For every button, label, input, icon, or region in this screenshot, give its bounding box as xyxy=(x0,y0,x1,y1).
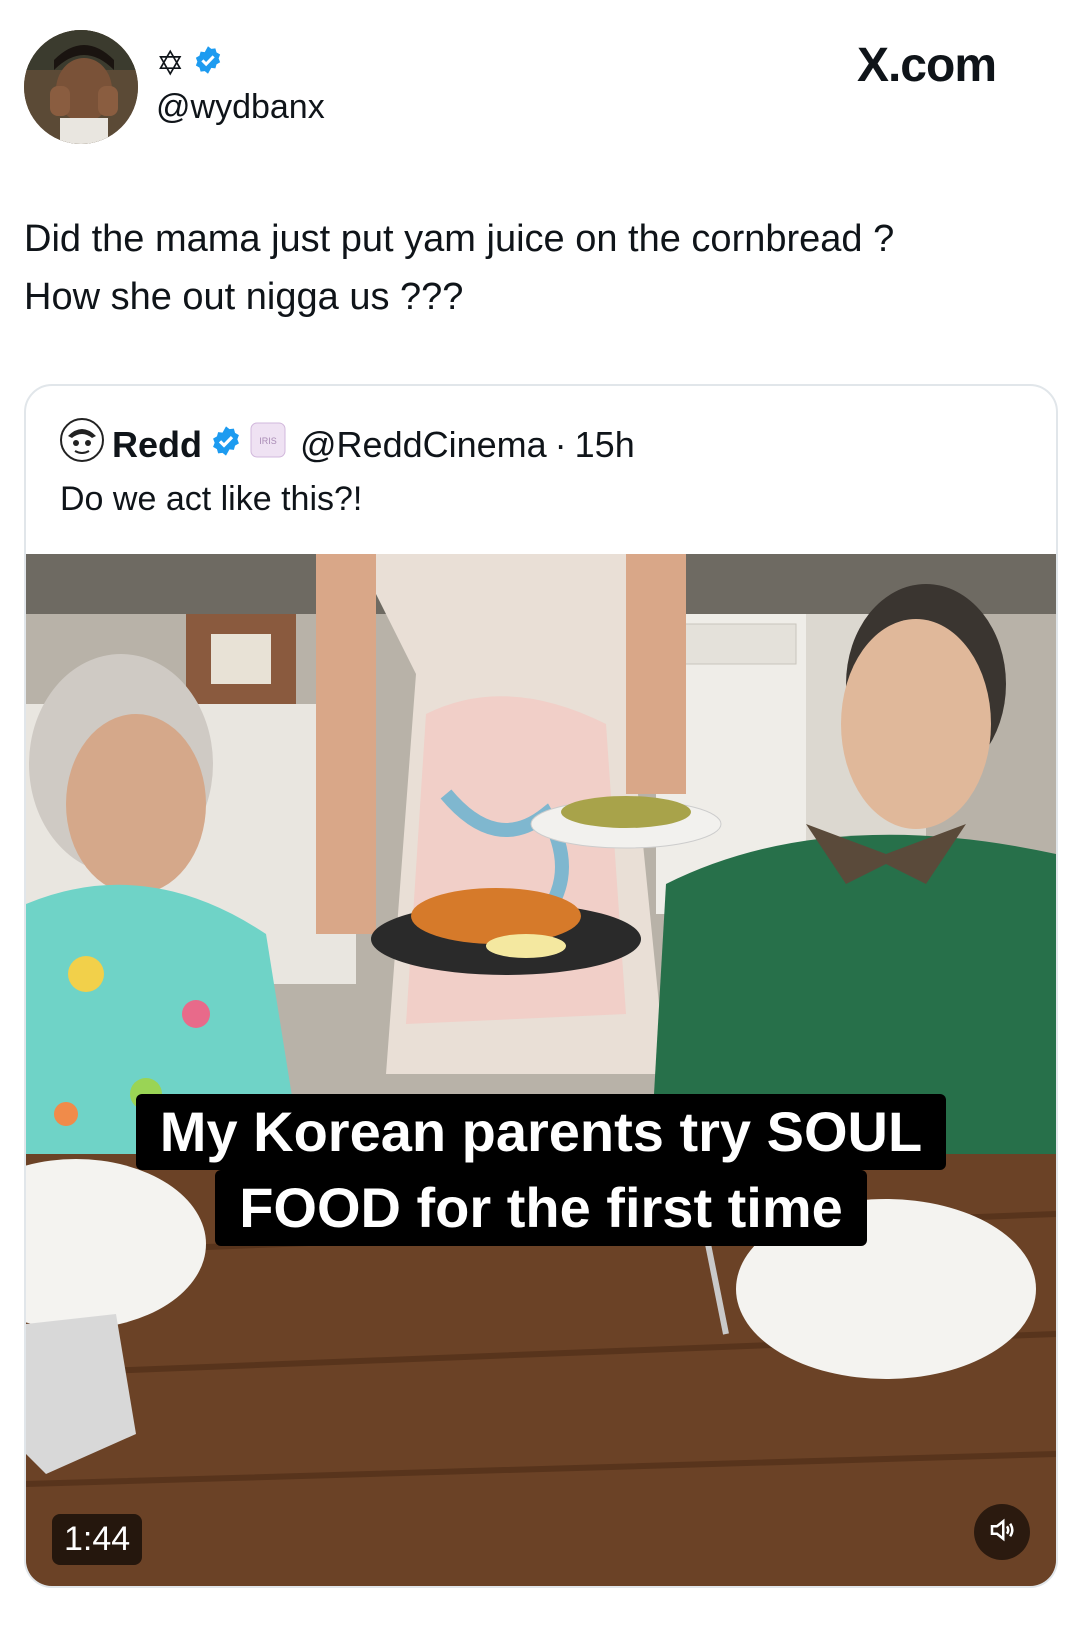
video-caption-line: My Korean parents try SOUL xyxy=(135,1094,947,1170)
quoted-tweet-card[interactable]: Redd IRIS @ReddCinema · 15h Do we act li… xyxy=(24,384,1058,1588)
quoted-author-handle[interactable]: @ReddCinema xyxy=(300,424,547,466)
verified-badge-icon xyxy=(193,45,223,84)
affiliate-badge-icon: IRIS xyxy=(250,422,286,467)
tweet-text: Did the mama just put yam juice on the c… xyxy=(24,210,1044,326)
author-handle[interactable]: @wydbanx xyxy=(156,88,325,127)
author-display-name[interactable]: ✡ xyxy=(156,44,223,84)
speaker-icon xyxy=(987,1515,1017,1550)
x-brand-logo: X.com xyxy=(856,39,997,92)
video-duration-badge: 1:44 xyxy=(52,1514,143,1565)
tweet-text-line: How she out nigga us ??? xyxy=(24,276,464,318)
mute-toggle-button[interactable] xyxy=(974,1504,1030,1560)
quoted-author-name[interactable]: Redd xyxy=(112,424,202,466)
quoted-tweet-text: Do we act like this?! xyxy=(60,480,363,518)
svg-text:IRIS: IRIS xyxy=(259,436,277,446)
star-of-david-glyph: ✡ xyxy=(156,45,185,83)
video-player[interactable]: My Korean parents try SOUL FOOD for the … xyxy=(26,554,1056,1586)
quoted-author-avatar[interactable] xyxy=(60,418,104,471)
quoted-timestamp[interactable]: 15h xyxy=(575,424,635,466)
post-header: ✡ @wydbanx X.com xyxy=(0,0,1080,170)
video-frame-illustration xyxy=(26,554,1056,1586)
tweet-text-line: Did the mama just put yam juice on the c… xyxy=(24,218,895,260)
author-avatar[interactable] xyxy=(24,30,138,144)
meta-separator: · xyxy=(554,423,567,465)
quoted-tweet-header: Redd IRIS @ReddCinema · 15h xyxy=(60,418,635,471)
verified-badge-icon xyxy=(210,424,242,466)
video-caption: My Korean parents try SOUL FOOD for the … xyxy=(26,1094,1056,1246)
video-caption-line: FOOD for the first time xyxy=(215,1170,867,1246)
